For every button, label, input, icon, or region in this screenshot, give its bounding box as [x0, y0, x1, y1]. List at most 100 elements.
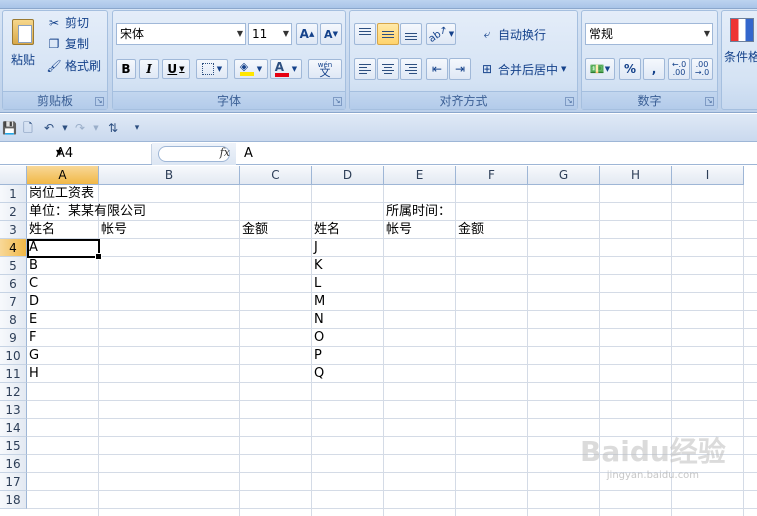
orientation-button[interactable]: ab↗ ▼ — [426, 23, 456, 45]
increase-decimal-button[interactable]: ←.0 .00 — [668, 58, 690, 80]
row-header-2[interactable]: 2 — [0, 203, 27, 221]
row-header-14[interactable]: 14 — [0, 419, 27, 437]
cell-d10[interactable]: P — [312, 347, 322, 365]
paste-button[interactable]: 粘贴 — [6, 13, 40, 73]
cell-d7[interactable]: M — [312, 293, 325, 311]
cell-d5[interactable]: K — [312, 257, 323, 275]
cell-a11[interactable]: H — [27, 365, 39, 383]
row-header-15[interactable]: 15 — [0, 437, 27, 455]
insert-function-icon[interactable]: fx — [220, 146, 230, 159]
cell-b3[interactable]: 帐号 — [99, 221, 127, 239]
bold-button[interactable]: B — [116, 59, 136, 79]
column-header-c[interactable]: C — [240, 166, 312, 185]
number-dialog-launcher[interactable]: ↘ — [705, 97, 714, 106]
italic-button[interactable]: I — [139, 59, 159, 79]
row-header-12[interactable]: 12 — [0, 383, 27, 401]
cell-d9[interactable]: O — [312, 329, 324, 347]
number-format-combo[interactable]: 常规 ▼ — [585, 23, 713, 45]
customize-toolbar-icon[interactable]: ▾ — [130, 121, 144, 135]
row-header-13[interactable]: 13 — [0, 401, 27, 419]
font-dialog-launcher[interactable]: ↘ — [333, 97, 342, 106]
cell-c3[interactable]: 金额 — [240, 221, 268, 239]
cut-button[interactable]: ✂ 剪切 — [45, 13, 105, 32]
conditional-formatting-button[interactable]: 条件格 — [724, 15, 757, 73]
cell-d8[interactable]: N — [312, 311, 324, 329]
row-header-8[interactable]: 8 — [0, 311, 27, 329]
redo-icon[interactable]: ↷ — [73, 121, 87, 135]
alignment-dialog-launcher[interactable]: ↘ — [565, 97, 574, 106]
font-color-button[interactable]: A ▼ — [270, 59, 302, 79]
column-header-f[interactable]: F — [456, 166, 528, 185]
column-header-g[interactable]: G — [528, 166, 600, 185]
increase-indent-button[interactable]: ⇥ — [449, 58, 471, 80]
undo-icon[interactable]: ↶ — [42, 121, 56, 135]
align-top-button[interactable] — [354, 23, 376, 45]
copy-button[interactable]: ❐ 复制 — [45, 34, 105, 53]
cell-f3[interactable]: 金额 — [456, 221, 484, 239]
row-header-6[interactable]: 6 — [0, 275, 27, 293]
cell-d4[interactable]: J — [312, 239, 318, 257]
percent-button[interactable]: % — [619, 58, 641, 80]
row-header-17[interactable]: 17 — [0, 473, 27, 491]
column-header-a[interactable]: A — [27, 166, 99, 185]
font-size-combo[interactable]: 11 ▼ — [248, 23, 292, 45]
borders-button[interactable]: ▼ — [196, 59, 228, 79]
align-bottom-button[interactable] — [400, 23, 422, 45]
column-header-h[interactable]: H — [600, 166, 672, 185]
sort-icon[interactable]: ⇅ — [106, 121, 120, 135]
column-header-b[interactable]: B — [99, 166, 240, 185]
cell-a3[interactable]: 姓名 — [27, 221, 55, 239]
column-header-e[interactable]: E — [384, 166, 456, 185]
row-header-16[interactable]: 16 — [0, 455, 27, 473]
cell-a8[interactable]: E — [27, 311, 37, 329]
accounting-format-button[interactable]: 💵 ▼ — [585, 58, 615, 80]
font-name-combo[interactable]: 宋体 ▼ — [116, 23, 246, 45]
row-header-10[interactable]: 10 — [0, 347, 27, 365]
shrink-font-button[interactable]: A ▼ — [320, 23, 342, 45]
decrease-decimal-button[interactable]: .00 →.0 — [691, 58, 713, 80]
phonetic-button[interactable]: wén 文 — [308, 59, 342, 79]
cell-e3[interactable]: 帐号 — [384, 221, 412, 239]
cell-a9[interactable]: F — [27, 329, 36, 347]
column-header-i[interactable]: I — [672, 166, 744, 185]
underline-button[interactable]: U ▼ — [162, 59, 190, 79]
row-header-7[interactable]: 7 — [0, 293, 27, 311]
redo-dropdown-icon[interactable]: ▼ — [89, 121, 103, 135]
cell-a6[interactable]: C — [27, 275, 38, 293]
column-header-d[interactable]: D — [312, 166, 384, 185]
cell-a2[interactable]: 单位：某某有限公司 — [27, 203, 146, 221]
save-icon[interactable]: 💾 — [2, 121, 17, 135]
row-header-11[interactable]: 11 — [0, 365, 27, 383]
fill-color-button[interactable]: ◈ ▼ — [234, 59, 268, 79]
cell-d11[interactable]: Q — [312, 365, 324, 383]
row-header-4[interactable]: 4 — [0, 239, 27, 257]
format-painter-button[interactable]: 🖌 格式刷 — [45, 56, 105, 75]
row-header-9[interactable]: 9 — [0, 329, 27, 347]
align-right-button[interactable] — [400, 58, 422, 80]
align-middle-button[interactable] — [377, 23, 399, 45]
active-cell-cursor[interactable] — [27, 239, 102, 260]
cell-d3[interactable]: 姓名 — [312, 221, 340, 239]
grow-font-button[interactable]: A ▲ — [296, 23, 318, 45]
name-box[interactable]: A4 ▼ — [0, 144, 152, 164]
comma-button[interactable]: , — [643, 58, 665, 80]
merge-center-button[interactable]: ⊞ 合并后居中 ▼ — [478, 58, 574, 80]
new-document-icon[interactable]: 🗋 — [21, 121, 35, 135]
align-center-button[interactable] — [377, 58, 399, 80]
row-header-5[interactable]: 5 — [0, 257, 27, 275]
clipboard-dialog-launcher[interactable]: ↘ — [95, 97, 104, 106]
row-header-18[interactable]: 18 — [0, 491, 27, 509]
cell-a7[interactable]: D — [27, 293, 39, 311]
cell-a1[interactable]: 岗位工资表 — [27, 185, 94, 203]
select-all-corner[interactable] — [0, 166, 27, 185]
cell-e2[interactable]: 所属时间： — [384, 203, 451, 221]
cell-a5[interactable]: B — [27, 257, 38, 275]
wrap-text-button[interactable]: ⤶ 自动换行 — [478, 23, 574, 45]
cell-a10[interactable]: G — [27, 347, 39, 365]
cell-d6[interactable]: L — [312, 275, 321, 293]
row-header-3[interactable]: 3 — [0, 221, 27, 239]
row-header-1[interactable]: 1 — [0, 185, 27, 203]
decrease-indent-button[interactable]: ⇤ — [426, 58, 448, 80]
align-left-button[interactable] — [354, 58, 376, 80]
formula-input[interactable]: A — [244, 146, 253, 161]
